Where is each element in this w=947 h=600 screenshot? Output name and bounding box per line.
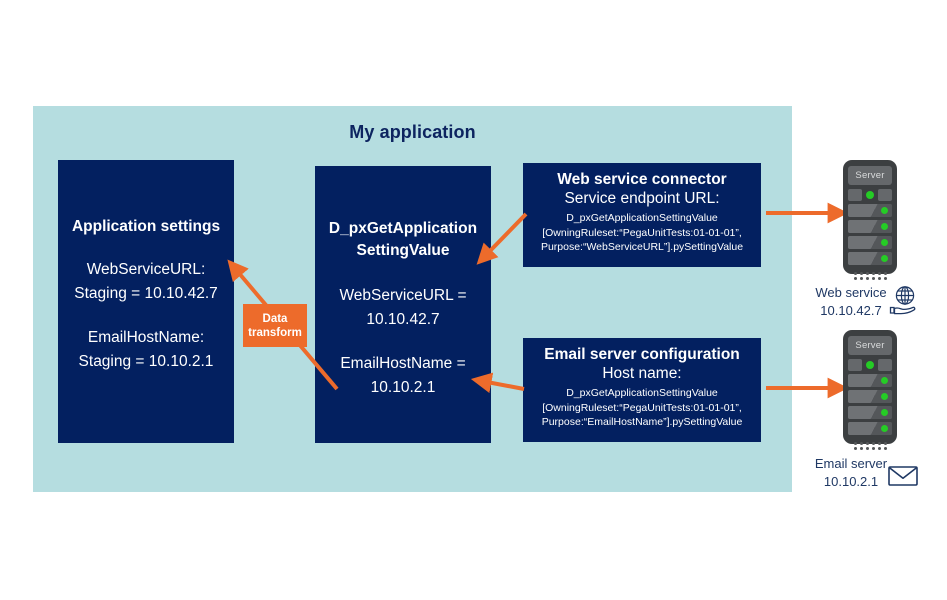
server-drive-led xyxy=(881,255,888,262)
server-drive-led xyxy=(881,377,888,384)
setting-1-value: Staging = 10.10.42.7 xyxy=(74,285,218,302)
server-status-led xyxy=(866,191,874,199)
server-vent-row xyxy=(853,442,887,445)
web-connector-code: D_pxGetApplicationSettingValue [OwningRu… xyxy=(523,211,761,255)
web-connector-code-line-3: Purpose:“WebServiceURL”].pySettingValue xyxy=(540,241,744,253)
server-vents xyxy=(848,270,892,282)
email-config-title: Email server configuration xyxy=(544,346,740,363)
server-drive-led xyxy=(881,409,888,416)
web-connector-subtitle: Service endpoint URL: xyxy=(564,190,720,207)
server-drive-led xyxy=(881,425,888,432)
data-page-title-line-2: SettingValue xyxy=(356,242,450,259)
server-drive-bay xyxy=(848,252,892,265)
web-connector-code-line-1: D_pxGetApplicationSettingValue xyxy=(566,212,718,224)
data-page-value-1-value: 10.10.42.7 xyxy=(366,311,440,328)
server-panel-block xyxy=(878,359,892,371)
envelope-icon xyxy=(888,466,918,486)
email-config-code-line-1: D_pxGetApplicationSettingValue xyxy=(566,387,718,399)
email-config-code-line-2: [OwningRuleset:“PegaUnitTests:01-01-01”, xyxy=(542,401,742,414)
server-drive-bay xyxy=(848,406,892,419)
email-config-code: D_pxGetApplicationSettingValue [OwningRu… xyxy=(523,386,761,430)
data-page-box: D_pxGetApplication SettingValue WebServi… xyxy=(315,166,491,443)
email-server-chassis-label: Server xyxy=(848,336,892,355)
data-page-value-2-value: 10.10.2.1 xyxy=(370,379,436,396)
server-drive-bay xyxy=(848,220,892,233)
server-led-row xyxy=(848,359,892,371)
email-config-subtitle: Host name: xyxy=(602,365,682,382)
setting-2-value: Staging = 10.10.2.1 xyxy=(78,353,214,370)
server-drive-bay xyxy=(848,422,892,435)
data-page-title: D_pxGetApplication SettingValue xyxy=(315,218,491,262)
server-drive-bay xyxy=(848,204,892,217)
data-transform-badge: Data transform xyxy=(243,304,307,347)
server-drive-led xyxy=(881,393,888,400)
data-page-body: WebServiceURL = 10.10.42.7 EmailHostName… xyxy=(315,284,491,400)
application-settings-box: Application settings WebServiceURL: Stag… xyxy=(58,160,234,443)
server-drive-led xyxy=(881,223,888,230)
server-vent-row xyxy=(853,447,887,450)
setting-2-name: EmailHostName: xyxy=(87,329,205,346)
web-connector-code-line-2: [OwningRuleset:“PegaUnitTests:01-01-01”, xyxy=(542,226,742,239)
data-transform-label-line-1: Data xyxy=(262,312,288,325)
server-status-led xyxy=(866,361,874,369)
web-server-chassis-label: Server xyxy=(848,166,892,185)
diagram-canvas: My application Application settings WebS… xyxy=(0,0,947,600)
email-server-configuration-box: Email server configuration Host name: D_… xyxy=(523,338,761,442)
server-drive-bay xyxy=(848,236,892,249)
setting-1-name: WebServiceURL: xyxy=(86,261,206,278)
server-vent-row xyxy=(853,272,887,275)
email-config-code-line-3: Purpose:“EmailHostName”].pySettingValue xyxy=(541,416,743,428)
server-drive-bay xyxy=(848,390,892,403)
web-service-connector-box: Web service connector Service endpoint U… xyxy=(523,163,761,267)
email-server-icon: Server xyxy=(843,330,897,450)
server-vents xyxy=(848,440,892,452)
application-settings-title: Application settings xyxy=(71,218,221,235)
page-title: My application xyxy=(349,122,476,142)
server-led-row xyxy=(848,189,892,201)
data-page-value-1-name: WebServiceURL = xyxy=(339,287,467,304)
application-settings-body: WebServiceURL: Staging = 10.10.42.7 Emai… xyxy=(58,258,234,374)
server-panel-block xyxy=(878,189,892,201)
data-transform-label-line-2: transform xyxy=(248,326,302,339)
server-panel-block xyxy=(848,359,862,371)
data-page-title-line-1: D_pxGetApplication xyxy=(328,220,478,237)
server-panel-block xyxy=(848,189,862,201)
data-page-value-2-name: EmailHostName = xyxy=(340,355,466,372)
server-vent-row xyxy=(853,277,887,280)
server-drive-led xyxy=(881,239,888,246)
server-drive-bay xyxy=(848,374,892,387)
server-drive-led xyxy=(881,207,888,214)
web-server-icon: Server xyxy=(843,160,897,280)
web-connector-title: Web service connector xyxy=(557,171,727,188)
globe-icon xyxy=(889,286,916,315)
